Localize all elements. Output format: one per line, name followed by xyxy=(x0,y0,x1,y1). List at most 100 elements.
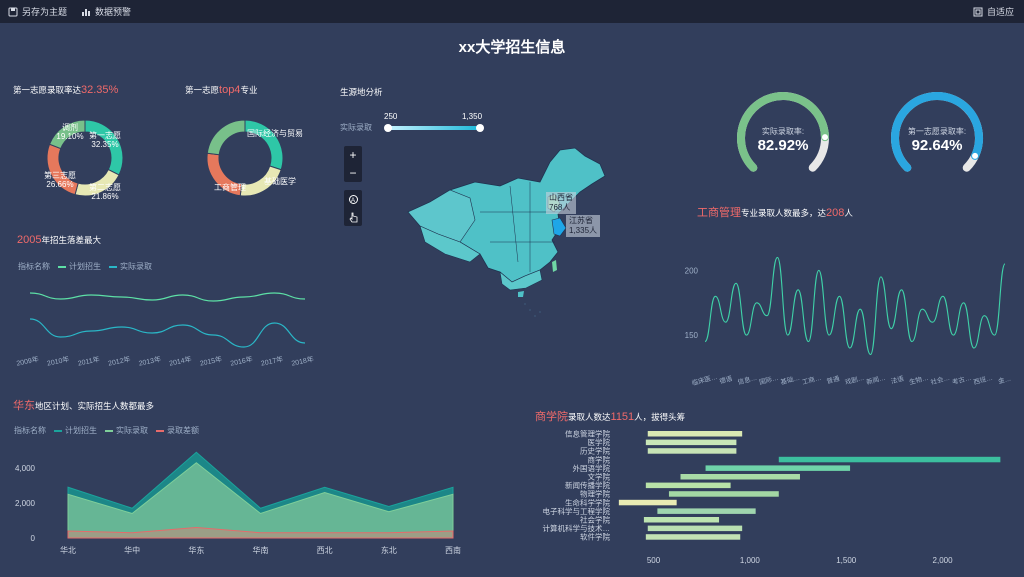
bar-title-suffix: 人，拔得头筹 xyxy=(634,412,686,422)
range-min: 250 xyxy=(384,112,398,121)
donut2-slice-3[interactable] xyxy=(206,119,246,156)
line-top-series-0[interactable] xyxy=(29,292,306,302)
major-xtick-2: 信息… xyxy=(737,373,758,386)
donut1-label-name-1: 第二志愿 xyxy=(89,182,121,192)
data-alert-button[interactable]: 数据预警 xyxy=(81,5,131,18)
donut2-label-1: 基础医学 xyxy=(264,176,296,186)
bar-ytick-10: 社会学院 xyxy=(580,515,610,525)
save-theme-button[interactable]: 另存为主题 xyxy=(8,5,67,18)
bar-xtick-0: 500 xyxy=(647,556,661,565)
major-ytick-1: 150 xyxy=(685,331,699,340)
zoom-in-button[interactable]: + xyxy=(344,146,362,164)
donut1-chart: 第一志愿32.35% 第二志愿21.86% 第三志愿26.66% 调剂19.10% xyxy=(44,119,124,201)
bar-ytick-2: 历史学院 xyxy=(580,446,610,456)
range-max: 1,350 xyxy=(462,112,483,121)
bar-7[interactable] xyxy=(668,491,779,497)
major-xtick-3: 国际… xyxy=(758,373,779,386)
map-tooltip-jiangsu: 江苏省 1,335人 xyxy=(566,215,601,237)
top-toolbar: 另存为主题 数据预警 自适应 xyxy=(0,0,1024,23)
area-chart: 4,000 2,000 0 华北 华中 华东 华南 西北 东北 西南 xyxy=(15,451,461,555)
major-xtick-13: 西班… xyxy=(972,373,993,386)
area-xtick-0: 华北 xyxy=(60,545,76,555)
donut2-slice-0[interactable] xyxy=(244,119,284,171)
pointer-icon[interactable] xyxy=(344,208,362,226)
area-xtick-2: 华东 xyxy=(188,545,204,555)
line-top-xtick-6: 2015年 xyxy=(199,354,223,367)
bar-ytick-1: 医学院 xyxy=(588,437,611,447)
area-legend-actual[interactable]: 实际录取 xyxy=(105,425,148,436)
range-handle-min[interactable] xyxy=(384,124,392,132)
bar-3[interactable] xyxy=(778,456,1001,463)
area-title: 华东地区计划、实际招生人数都最多 xyxy=(13,397,154,413)
bar-0[interactable] xyxy=(647,431,743,437)
range-handle-max[interactable] xyxy=(476,124,484,132)
area-legend-diff[interactable]: 录取差额 xyxy=(156,425,199,436)
bar-2[interactable] xyxy=(647,448,737,454)
area-ytick-2: 0 xyxy=(31,534,36,543)
bar-ytick-4: 外国语学院 xyxy=(573,463,611,473)
line-top-chart: 2009年 2010年 2011年 2012年 2013年 2014年 2015年 2016年… xyxy=(16,292,315,368)
donut2-title-value: top4 xyxy=(219,84,241,96)
major-xtick-11: 社会… xyxy=(929,373,950,386)
line-top-series-1[interactable] xyxy=(29,318,306,348)
page-title: xx大学招生信息 xyxy=(458,39,566,56)
map-region-jiangsu[interactable] xyxy=(551,217,567,237)
bar-6[interactable] xyxy=(645,482,731,489)
bar-11[interactable] xyxy=(647,525,743,532)
major-xtick-9: 法语 xyxy=(890,373,905,385)
map-region-west[interactable] xyxy=(407,189,476,243)
line-top-xtick-3: 2012年 xyxy=(107,354,131,367)
bar-8[interactable] xyxy=(618,499,677,506)
legend-actual[interactable]: 实际录取 xyxy=(109,261,152,272)
zoom-out-button[interactable]: − xyxy=(344,164,362,182)
donut1-title: 第一志愿录取率达32.35% xyxy=(13,84,118,96)
bar-9[interactable] xyxy=(657,508,756,514)
area-legend-plan[interactable]: 计划招生 xyxy=(54,425,97,436)
map-region-taiwan[interactable] xyxy=(552,260,557,272)
donut1-title-value: 32.35% xyxy=(81,84,119,96)
map-region-hainan[interactable] xyxy=(518,291,524,297)
gauge-pointer-1 xyxy=(972,152,979,159)
line-top-title: 2005年招生落差最大 xyxy=(17,234,101,246)
bar-xtick-3: 2,000 xyxy=(933,556,954,565)
major-xtick-6: 普通 xyxy=(825,373,840,385)
adapt-button[interactable]: 自适应 xyxy=(973,0,1014,23)
bar-4[interactable] xyxy=(705,465,851,471)
area-xtick-6: 西南 xyxy=(445,545,461,555)
line-top-title-value: 2005 xyxy=(17,234,42,246)
reset-icon[interactable]: A xyxy=(344,190,362,208)
donut1-title-prefix: 第一志愿录取率达 xyxy=(13,85,82,95)
bar-xtick-1: 1,000 xyxy=(740,556,761,565)
legend-plan[interactable]: 计划招生 xyxy=(58,261,101,272)
major-xtick-14: 金… xyxy=(997,374,1012,386)
area-series-1[interactable] xyxy=(67,462,454,539)
bar-12[interactable] xyxy=(645,534,741,540)
major-xtick-8: 新闻… xyxy=(865,373,886,386)
major-xtick-10: 生物… xyxy=(908,373,929,386)
major-line-chart: 200 150 临床医… 德语 信息… 国际… 基础… 工商… 普通 戏剧… 新闻… 法语 生物… 社会…… xyxy=(685,256,1012,386)
legend-actual-label: 实际录取 xyxy=(120,262,152,271)
bar-10[interactable] xyxy=(643,517,720,523)
area-xtick-5: 东北 xyxy=(381,545,397,555)
range-slider[interactable] xyxy=(384,122,486,134)
line-top-xtick-8: 2017年 xyxy=(260,354,284,367)
line-top-xtick-2: 2011年 xyxy=(77,354,100,367)
bar-ytick-12: 软件学院 xyxy=(580,532,610,542)
area-xtick-3: 华南 xyxy=(253,545,269,555)
bar-chart: 信息管理学院医学院历史学院商学院外国语学院文学院新闻传播学院物理学院生命科学学院… xyxy=(543,429,1001,565)
bar-ytick-11: 计算机科学与技术… xyxy=(543,523,611,533)
donut2-title-suffix: 专业 xyxy=(240,85,258,95)
save-icon xyxy=(8,7,18,16)
major-line-series[interactable] xyxy=(704,256,1006,356)
south-sea-islands xyxy=(524,303,541,317)
map-tools: A xyxy=(344,190,362,226)
alert-icon xyxy=(82,8,91,16)
bar-5[interactable] xyxy=(680,474,800,480)
gauge-value-1: 92.64% xyxy=(912,137,963,154)
bar-ytick-3: 商学院 xyxy=(588,454,611,464)
bar-ytick-7: 物理学院 xyxy=(580,489,610,499)
area-xtick-1: 华中 xyxy=(124,545,140,555)
bar-1[interactable] xyxy=(645,439,737,446)
line-top-legend-label: 指标名称 xyxy=(18,262,50,271)
donut2-title-prefix: 第一志愿 xyxy=(185,85,220,95)
